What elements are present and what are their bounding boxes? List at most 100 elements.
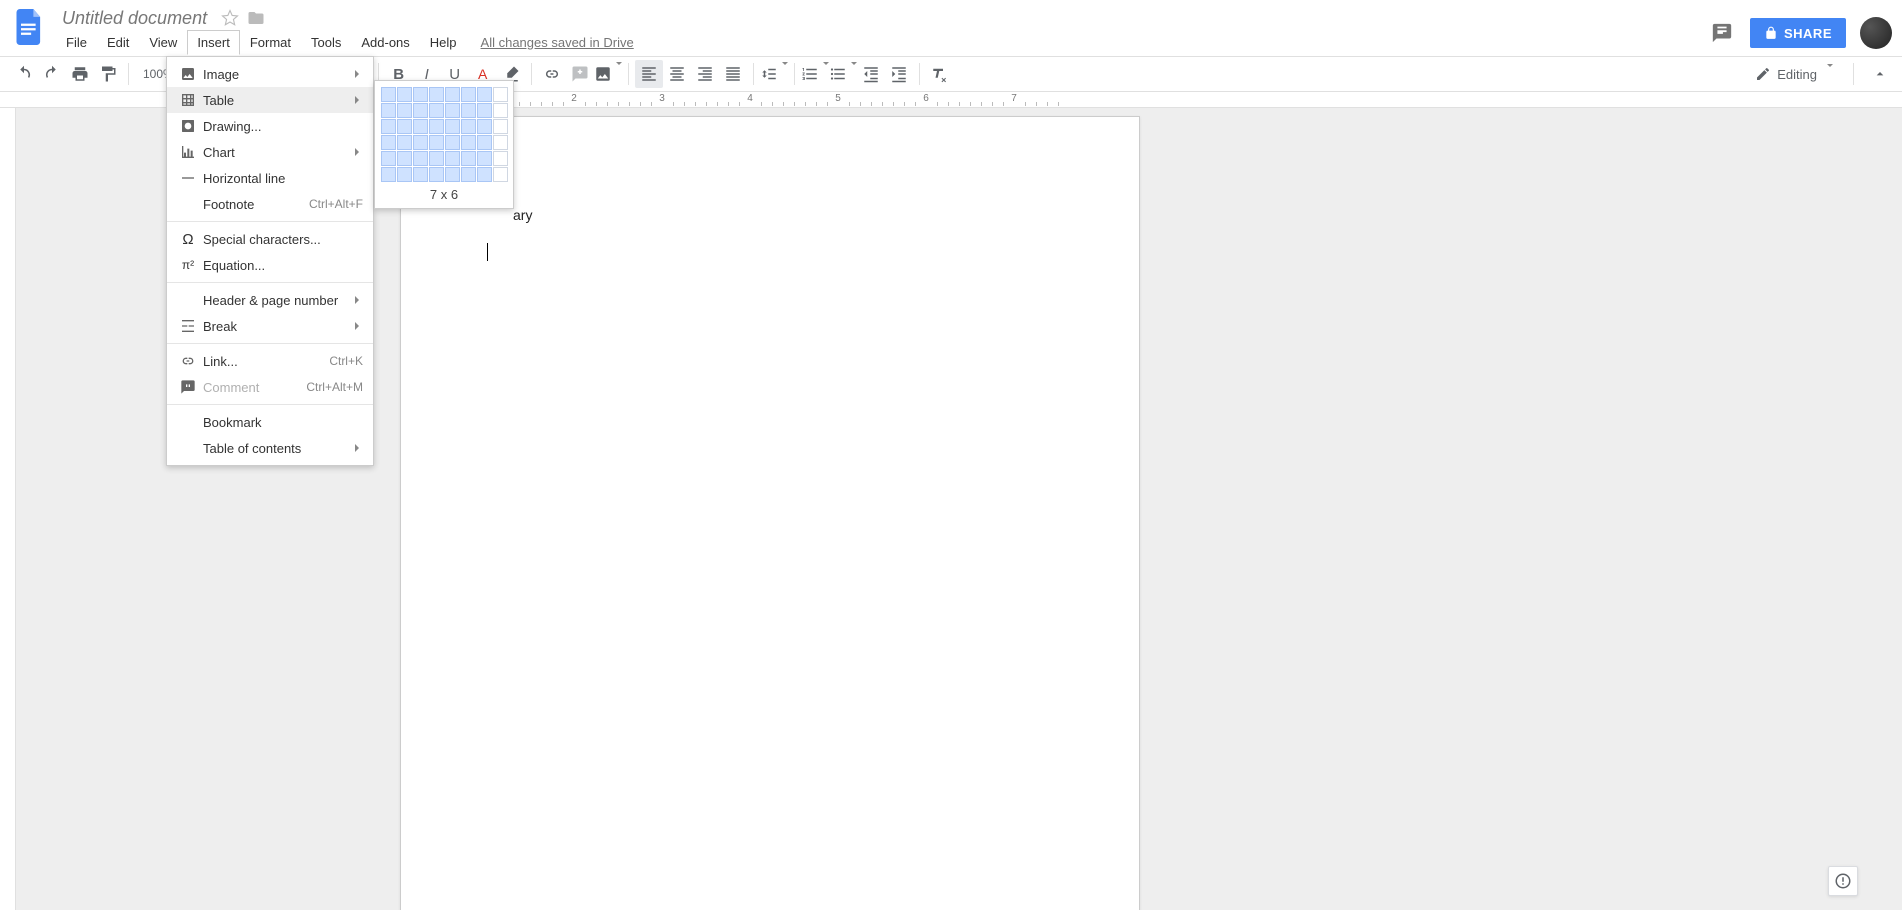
align-left-icon[interactable] [635, 60, 663, 88]
vertical-ruler[interactable] [0, 108, 16, 910]
print-icon[interactable] [66, 60, 94, 88]
table-picker-cell[interactable] [397, 135, 412, 150]
table-picker-cell[interactable] [445, 119, 460, 134]
table-picker-cell[interactable] [381, 103, 396, 118]
share-button[interactable]: SHARE [1750, 18, 1846, 48]
table-picker-cell[interactable] [429, 119, 444, 134]
table-picker-cell[interactable] [381, 119, 396, 134]
document-page[interactable]: ary [400, 116, 1140, 910]
table-picker-cell[interactable] [413, 119, 428, 134]
open-comments-icon[interactable] [1708, 19, 1736, 47]
table-picker-cell[interactable] [381, 151, 396, 166]
increase-indent-icon[interactable] [885, 60, 913, 88]
table-picker-cell[interactable] [493, 87, 508, 102]
insert-footnote[interactable]: FootnoteCtrl+Alt+F [167, 191, 373, 217]
add-comment-icon[interactable] [566, 60, 594, 88]
table-picker-cell[interactable] [413, 135, 428, 150]
move-folder-icon[interactable] [247, 9, 265, 27]
menu-format[interactable]: Format [240, 30, 301, 55]
insert-link-icon[interactable] [538, 60, 566, 88]
menu-edit[interactable]: Edit [97, 30, 139, 55]
editing-mode-button[interactable]: Editing [1749, 66, 1839, 82]
insert-link[interactable]: Link...Ctrl+K [167, 348, 373, 374]
menu-tools[interactable]: Tools [301, 30, 351, 55]
explore-button[interactable] [1828, 866, 1858, 896]
table-picker-cell[interactable] [461, 135, 476, 150]
table-picker-cell[interactable] [493, 135, 508, 150]
table-picker-cell[interactable] [397, 87, 412, 102]
table-picker-cell[interactable] [477, 87, 492, 102]
table-picker-cell[interactable] [429, 151, 444, 166]
menu-insert[interactable]: Insert [187, 30, 240, 55]
align-center-icon[interactable] [663, 60, 691, 88]
clear-formatting-icon[interactable] [926, 60, 954, 88]
insert-bookmark[interactable]: Bookmark [167, 409, 373, 435]
menu-bar: File Edit View Insert Format Tools Add-o… [56, 29, 1708, 55]
decrease-indent-icon[interactable] [857, 60, 885, 88]
table-picker-cell[interactable] [493, 151, 508, 166]
align-justify-icon[interactable] [719, 60, 747, 88]
insert-horizontal-line[interactable]: Horizontal line [167, 165, 373, 191]
menu-view[interactable]: View [139, 30, 187, 55]
table-picker-cell[interactable] [445, 135, 460, 150]
table-picker-cell[interactable] [429, 135, 444, 150]
insert-chart[interactable]: Chart [167, 139, 373, 165]
table-picker-cell[interactable] [461, 119, 476, 134]
save-status[interactable]: All changes saved in Drive [481, 35, 634, 50]
document-title[interactable]: Untitled document [56, 8, 213, 29]
table-picker-cell[interactable] [413, 87, 428, 102]
numbered-list-icon[interactable] [801, 60, 829, 88]
docs-logo[interactable] [10, 7, 50, 47]
table-picker-cell[interactable] [461, 151, 476, 166]
table-picker-cell[interactable] [461, 87, 476, 102]
insert-drawing[interactable]: Drawing... [167, 113, 373, 139]
menu-file[interactable]: File [56, 30, 97, 55]
table-picker-cell[interactable] [397, 119, 412, 134]
table-picker-cell[interactable] [493, 119, 508, 134]
insert-header-page-number[interactable]: Header & page number [167, 287, 373, 313]
table-picker-cell[interactable] [397, 151, 412, 166]
table-picker-cell[interactable] [397, 167, 412, 182]
hide-menus-icon[interactable] [1868, 62, 1892, 86]
table-picker-cell[interactable] [445, 87, 460, 102]
table-picker-cell[interactable] [477, 135, 492, 150]
table-picker-cell[interactable] [429, 103, 444, 118]
align-right-icon[interactable] [691, 60, 719, 88]
table-picker-cell[interactable] [445, 103, 460, 118]
line-spacing-icon[interactable] [760, 60, 788, 88]
table-picker-cell[interactable] [493, 167, 508, 182]
menu-addons[interactable]: Add-ons [351, 30, 419, 55]
account-avatar[interactable] [1860, 17, 1892, 49]
table-picker-cell[interactable] [461, 167, 476, 182]
table-picker-cell[interactable] [381, 135, 396, 150]
star-icon[interactable] [221, 9, 239, 27]
table-picker-cell[interactable] [477, 167, 492, 182]
table-picker-cell[interactable] [461, 103, 476, 118]
table-picker-cell[interactable] [397, 103, 412, 118]
table-picker-cell[interactable] [413, 167, 428, 182]
table-picker-cell[interactable] [413, 103, 428, 118]
table-picker-cell[interactable] [445, 167, 460, 182]
insert-table-of-contents[interactable]: Table of contents [167, 435, 373, 461]
table-picker-cell[interactable] [477, 119, 492, 134]
insert-table[interactable]: Table [167, 87, 373, 113]
table-picker-cell[interactable] [429, 167, 444, 182]
insert-break[interactable]: Break [167, 313, 373, 339]
table-picker-cell[interactable] [445, 151, 460, 166]
undo-icon[interactable] [10, 60, 38, 88]
table-picker-cell[interactable] [381, 87, 396, 102]
insert-equation[interactable]: π²Equation... [167, 252, 373, 278]
bulleted-list-icon[interactable] [829, 60, 857, 88]
table-picker-cell[interactable] [493, 103, 508, 118]
redo-icon[interactable] [38, 60, 66, 88]
table-picker-cell[interactable] [477, 103, 492, 118]
table-picker-cell[interactable] [429, 87, 444, 102]
table-picker-cell[interactable] [477, 151, 492, 166]
menu-help[interactable]: Help [420, 30, 467, 55]
table-picker-cell[interactable] [413, 151, 428, 166]
insert-image-icon[interactable] [594, 60, 622, 88]
insert-special-characters[interactable]: ΩSpecial characters... [167, 226, 373, 252]
table-picker-cell[interactable] [381, 167, 396, 182]
insert-image[interactable]: Image [167, 61, 373, 87]
paint-format-icon[interactable] [94, 60, 122, 88]
